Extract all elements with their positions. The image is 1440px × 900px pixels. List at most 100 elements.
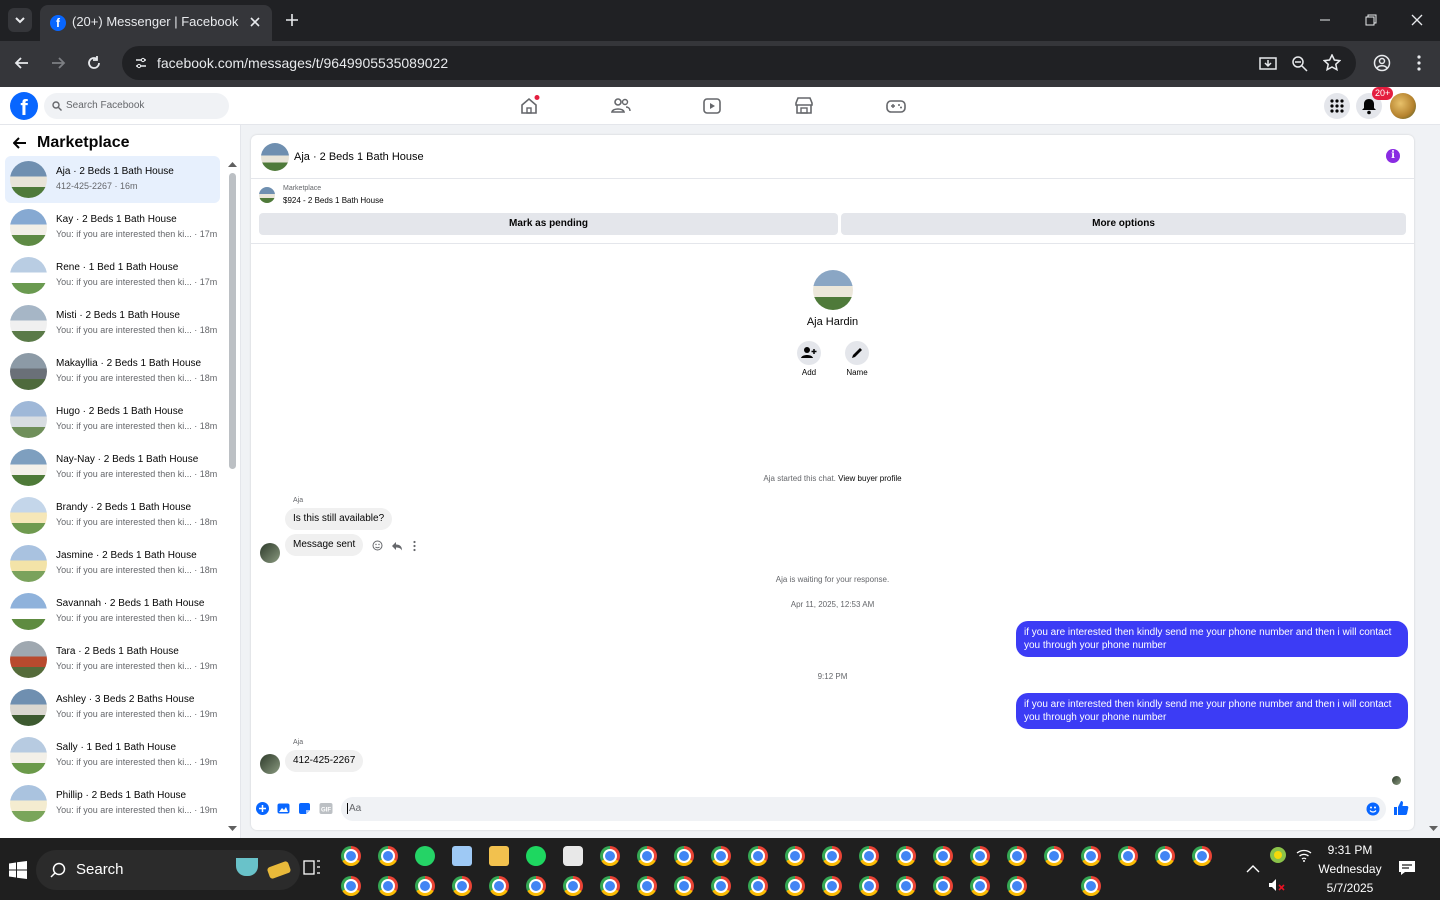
chrome-app-icon[interactable] (637, 846, 657, 866)
facebook-logo-icon[interactable]: f (10, 92, 38, 120)
zoom-icon[interactable] (1291, 55, 1309, 73)
thumbs-up-icon[interactable] (1393, 800, 1409, 816)
facebook-search-input[interactable]: Search Facebook (44, 93, 229, 119)
conversation-item[interactable]: Sally · 1 Bed 1 Bath House You: if you ar… (5, 732, 220, 779)
video-icon[interactable] (701, 95, 723, 117)
forward-button[interactable] (44, 49, 72, 77)
chrome-app-icon[interactable] (378, 876, 398, 896)
chrome-app-icon[interactable] (933, 846, 953, 866)
clock-day[interactable]: Wednesday (1308, 862, 1392, 876)
tray-app-icon[interactable] (1270, 847, 1286, 863)
home-icon[interactable] (518, 95, 540, 117)
sender-avatar[interactable] (260, 543, 280, 563)
chrome-app-icon[interactable] (1007, 876, 1027, 896)
page-scroll-down-icon[interactable] (1429, 826, 1438, 832)
other-app-icon[interactable] (1044, 876, 1064, 896)
folder-app-icon[interactable] (489, 846, 509, 866)
bookmark-star-icon[interactable] (1323, 54, 1341, 72)
info-icon[interactable]: i (1386, 149, 1400, 163)
notepad-app-icon[interactable] (452, 846, 472, 866)
spotify-app-icon[interactable] (526, 846, 546, 866)
chrome-app-icon[interactable] (933, 876, 953, 896)
more-actions-icon[interactable] (412, 540, 417, 552)
conversation-item[interactable]: Rene · 1 Bed 1 Bath House You: if you are… (5, 252, 220, 299)
chrome-app-icon[interactable] (1044, 846, 1064, 866)
chrome-app-icon[interactable] (1007, 846, 1027, 866)
outgoing-message[interactable]: if you are interested then kindly send m… (1016, 621, 1408, 657)
sticker-icon[interactable] (298, 802, 311, 815)
restore-button[interactable] (1348, 0, 1394, 40)
chrome-app-icon[interactable] (600, 876, 620, 896)
account-avatar[interactable] (1390, 93, 1416, 119)
profile-name[interactable]: Aja Hardin (251, 316, 1414, 328)
chrome-app-icon[interactable] (637, 876, 657, 896)
chat-header-avatar[interactable] (261, 143, 289, 171)
kebab-menu-icon[interactable] (1410, 54, 1428, 72)
conversation-item[interactable]: Tara · 2 Beds 1 Bath House You: if you ar… (5, 636, 220, 683)
address-bar[interactable]: facebook.com/messages/t/9649905535089022 (122, 46, 1356, 80)
chrome-app-icon[interactable] (711, 876, 731, 896)
volume-muted-icon[interactable] (1268, 878, 1286, 892)
chrome-app-icon[interactable] (1155, 846, 1175, 866)
conversation-item[interactable]: Kay · 2 Beds 1 Bath House You: if you are… (5, 204, 220, 251)
emoji-icon[interactable] (1366, 802, 1380, 816)
listing-price[interactable]: $924 - 2 Beds 1 Bath House (283, 196, 384, 205)
scroll-up-icon[interactable] (228, 161, 237, 167)
chrome-app-icon[interactable] (711, 846, 731, 866)
task-view-icon[interactable] (302, 858, 322, 878)
taskbar-search[interactable]: Search (36, 850, 300, 890)
chrome-app-icon[interactable] (526, 876, 546, 896)
show-hidden-icons-icon[interactable] (1245, 862, 1261, 874)
chrome-app-icon[interactable] (415, 876, 435, 896)
conversation-item[interactable]: Misti · 2 Beds 1 Bath House You: if you a… (5, 300, 220, 347)
chat-title[interactable]: Aja · 2 Beds 1 Bath House (294, 151, 424, 163)
chrome-app-icon[interactable] (1081, 846, 1101, 866)
conversation-item[interactable]: Jasmine · 2 Beds 1 Bath House You: if you… (5, 540, 220, 587)
plus-circle-icon[interactable] (256, 802, 269, 815)
chrome-app-icon[interactable] (970, 876, 990, 896)
incoming-message[interactable]: Message sent (285, 534, 364, 556)
chrome-app-icon[interactable] (748, 846, 768, 866)
close-tab-icon[interactable] (248, 15, 262, 29)
conversation-item[interactable]: Makayllia · 2 Beds 1 Bath House You: if y… (5, 348, 220, 395)
new-tab-icon[interactable] (284, 12, 300, 28)
chrome-app-icon[interactable] (785, 846, 805, 866)
conversation-item[interactable]: Savannah · 2 Beds 1 Bath House You: if yo… (5, 588, 220, 635)
chrome-app-icon[interactable] (674, 876, 694, 896)
chrome-app-icon[interactable] (378, 846, 398, 866)
chrome-app-icon[interactable] (674, 846, 694, 866)
chrome-app-icon[interactable] (1081, 876, 1101, 896)
chrome-app-icon[interactable] (785, 876, 805, 896)
reply-icon[interactable] (391, 541, 402, 551)
back-arrow-icon[interactable] (13, 136, 27, 150)
add-contact-button[interactable] (797, 341, 821, 365)
gaming-icon[interactable] (885, 95, 907, 117)
chrome-app-icon[interactable] (822, 846, 842, 866)
conversation-item[interactable]: Ashley · 3 Beds 2 Baths House You: if you… (5, 684, 220, 731)
marketplace-icon[interactable] (793, 95, 815, 117)
message-input[interactable]: Aa (341, 797, 1386, 821)
chrome-app-icon[interactable] (859, 846, 879, 866)
chrome-app-icon[interactable] (341, 876, 361, 896)
view-buyer-profile-link[interactable]: View buyer profile (838, 474, 901, 483)
chrome-app-icon[interactable] (748, 876, 768, 896)
chrome-app-icon[interactable] (563, 876, 583, 896)
close-window-button[interactable] (1394, 0, 1440, 40)
back-button[interactable] (8, 49, 36, 77)
chrome-app-icon[interactable] (341, 846, 361, 866)
chrome-app-icon[interactable] (600, 846, 620, 866)
mark-as-pending-button[interactable]: Mark as pending (259, 213, 838, 235)
incoming-message[interactable]: 412-425-2267 (285, 750, 364, 772)
react-emoji-icon[interactable] (372, 540, 383, 551)
incoming-message[interactable]: Is this still available? (285, 508, 393, 530)
scroll-down-icon[interactable] (228, 826, 237, 832)
chrome-app-icon[interactable] (822, 876, 842, 896)
chrome-app-icon[interactable] (489, 876, 509, 896)
profile-icon[interactable] (1373, 54, 1391, 72)
listing-thumbnail[interactable] (259, 187, 275, 203)
conversation-item[interactable]: Nay-Nay · 2 Beds 1 Bath House You: if you… (5, 444, 220, 491)
edit-name-button[interactable] (845, 341, 869, 365)
friends-icon[interactable] (610, 95, 632, 117)
windows-start-icon[interactable] (9, 861, 27, 879)
chrome-app-icon[interactable] (1192, 846, 1212, 866)
